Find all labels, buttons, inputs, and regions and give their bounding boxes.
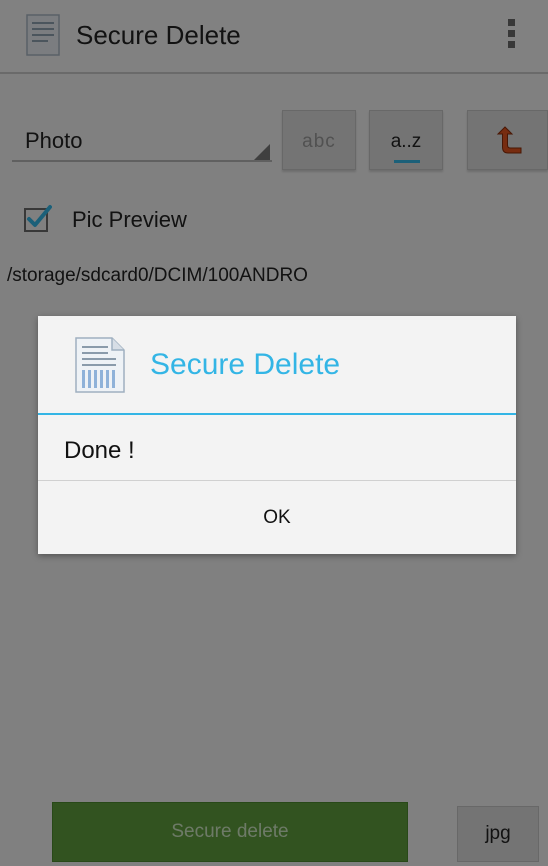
dialog-message: Done !: [64, 437, 135, 464]
done-dialog: Secure Delete Done ! OK: [38, 316, 516, 554]
dialog-title: Secure Delete: [150, 348, 341, 381]
dialog-title-divider: [38, 413, 516, 415]
document-shredder-icon: [74, 336, 126, 394]
dialog-header: Secure Delete: [38, 316, 516, 414]
ok-button[interactable]: OK: [38, 481, 516, 554]
